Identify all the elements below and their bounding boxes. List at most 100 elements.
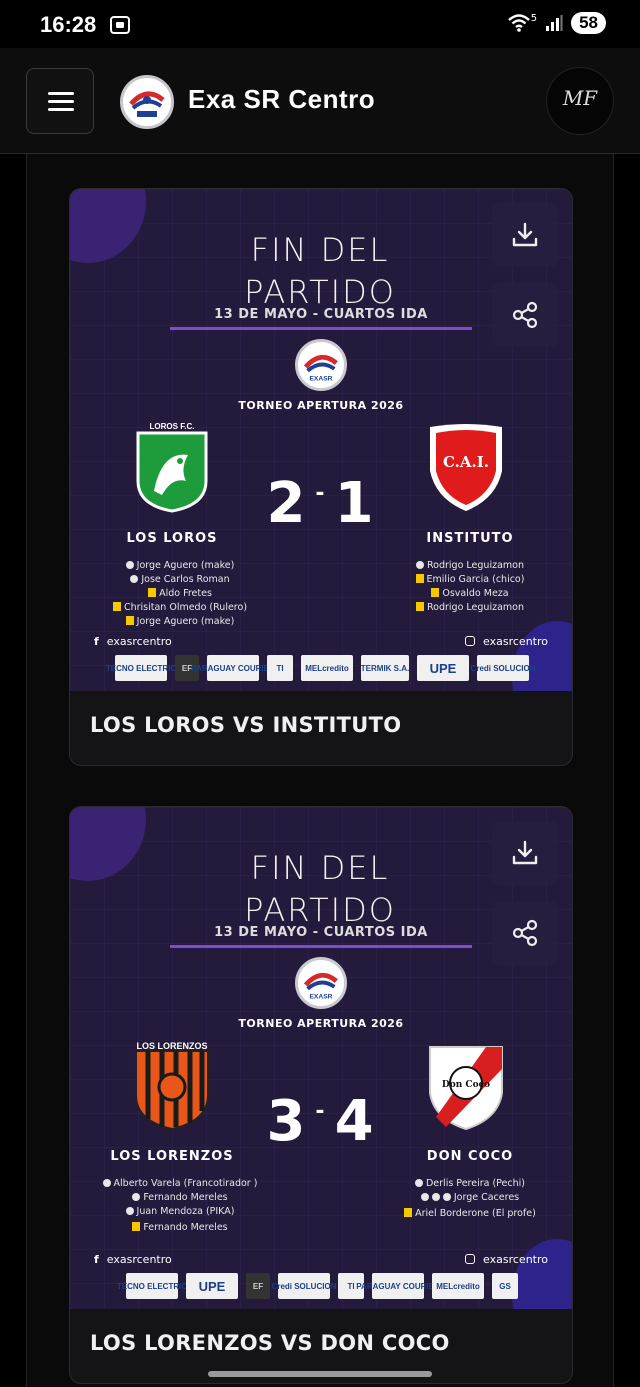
event-row: Alberto Varela (Francotirador ): [70, 1177, 290, 1191]
download-icon: [512, 222, 538, 247]
exasr-logo-icon: [129, 91, 165, 117]
soccer-ball-icon: [414, 1179, 423, 1187]
event-row: Rodrigo Leguizamon: [360, 601, 572, 615]
brand-title[interactable]: Exa SR Centro: [188, 84, 375, 115]
hamburger-icon: [48, 92, 74, 95]
download-button[interactable]: [492, 203, 558, 267]
brand-logo[interactable]: [120, 75, 174, 129]
tournament-name: TORNEO APERTURA 2026: [238, 1017, 404, 1030]
soccer-ball-icon: [125, 561, 134, 569]
event-row: Fernando Mereles: [70, 1191, 290, 1205]
event-row: Emilio Garcia (chico): [360, 573, 572, 587]
sponsor-logo: TECNO ELECTRIC: [117, 1273, 187, 1299]
yellow-card-icon: [125, 616, 134, 625]
event-row: Fernando Mereles: [70, 1221, 290, 1235]
event-row: Jorge Caceres: [360, 1191, 572, 1205]
status-time: 16:28: [40, 12, 97, 37]
tournament-name: TORNEO APERTURA 2026: [238, 399, 404, 412]
status-icons: 5 58: [507, 12, 606, 34]
battery-indicator: 58: [571, 12, 606, 34]
signal-icon: [546, 15, 563, 31]
download-icon: [512, 840, 538, 865]
wifi-badge: 5: [530, 12, 538, 24]
hamburger-icon-line: [48, 108, 74, 111]
score: 3-4: [256, 1089, 388, 1154]
yellow-card-icon: [148, 588, 157, 597]
away-score: 1: [334, 471, 378, 536]
doncoco-crest-icon: Don Coco: [429, 1046, 503, 1131]
soccer-ball-icon: [130, 575, 139, 583]
share-icon: [512, 919, 538, 947]
sponsor-logo: MELcredito: [432, 1273, 484, 1299]
league-logo: EXASR: [295, 957, 347, 1009]
event-row: Jose Carlos Roman: [70, 573, 290, 587]
event-row: Jorge Aguero (make): [70, 559, 290, 573]
share-button[interactable]: [492, 901, 558, 965]
divider: [170, 327, 472, 330]
event-row: Derlis Pereira (Pechi): [360, 1177, 572, 1191]
card-title[interactable]: LOS LOROS VS INSTITUTO: [70, 691, 572, 765]
sponsor-logo: TERMIK S.A.: [361, 655, 409, 681]
crest-label: LOROS F.C.: [150, 422, 195, 431]
home-score: 2: [266, 471, 310, 536]
crest-label: C.A.I.: [443, 453, 489, 471]
share-button[interactable]: [492, 283, 558, 347]
match-result-image[interactable]: FIN DEL PARTIDO 13 DE MAYO - CUARTOS IDA…: [70, 189, 572, 691]
event-row: Jorge Aguero (make): [70, 615, 290, 629]
match-result-image[interactable]: FIN DEL PARTIDO 13 DE MAYO - CUARTOS IDA…: [70, 807, 572, 1309]
app-header: Exa SR Centro MF: [0, 48, 640, 154]
sponsor-logo: UPE: [186, 1273, 238, 1299]
sponsor-logo: Credi SOLUCION: [471, 655, 535, 681]
match-card[interactable]: FIN DEL PARTIDO 13 DE MAYO - CUARTOS IDA…: [69, 806, 573, 1384]
soccer-ball-icon: [102, 1179, 111, 1187]
score-separator: -: [315, 1099, 329, 1124]
event-row: Chrisitan Olmedo (Rulero): [70, 601, 290, 615]
away-events: Rodrigo Leguizamon Emilio Garcia (chico)…: [360, 559, 572, 615]
event-row: Rodrigo Leguizamon: [360, 559, 572, 573]
score: 2-1: [256, 471, 388, 536]
away-score: 4: [334, 1089, 378, 1154]
match-card[interactable]: FIN DEL PARTIDO 13 DE MAYO - CUARTOS IDA…: [69, 188, 573, 766]
facebook-icon: f: [94, 1253, 99, 1266]
soccer-ball-icon: [132, 1193, 141, 1201]
sponsor-logo: UPE: [417, 655, 469, 681]
sponsor-strip: TECNO ELECTRIC EF PARAGUAY COURIER TI ME…: [102, 655, 542, 683]
download-button[interactable]: [492, 821, 558, 885]
exasr-logo-icon: EXASR: [303, 972, 338, 1000]
crest-label: LOS LORENZOS: [136, 1041, 207, 1051]
instagram-icon: [465, 1254, 476, 1264]
user-avatar[interactable]: MF: [546, 67, 614, 135]
sponsor-logo: TI: [267, 655, 293, 681]
sponsor-logo: PARAGUAY COURIER: [356, 1273, 440, 1299]
yellow-card-icon: [416, 602, 424, 611]
instagram-handle: exasrcentro: [465, 635, 548, 648]
facebook-handle: f exasrcentro: [94, 1253, 172, 1266]
yellow-card-icon: [132, 1222, 141, 1231]
lorenzos-crest-icon: LOS LORENZOS: [135, 1041, 209, 1131]
home-team-name: LOS LOROS: [126, 531, 218, 546]
match-date: 13 DE MAYO - CUARTOS IDA: [214, 307, 428, 322]
instituto-crest-icon: C.A.I.: [430, 424, 502, 511]
status-bar: 16:28 5 58: [0, 0, 640, 48]
home-events: Jorge Aguero (make) Jose Carlos Roman Al…: [70, 559, 290, 629]
sponsor-logo: EF: [246, 1273, 270, 1299]
soccer-ball-icon: [420, 1193, 429, 1201]
soccer-ball-icon: [416, 561, 424, 569]
home-team-name: LOS LORENZOS: [110, 1149, 234, 1164]
league-logo: EXASR: [295, 339, 347, 391]
match-date: 13 DE MAYO - CUARTOS IDA: [214, 925, 428, 940]
sponsor-strip: TECNO ELECTRIC UPE EF Credi SOLUCION TI …: [102, 1273, 542, 1301]
loros-crest-icon: LOROS F.C.: [136, 422, 208, 513]
menu-button[interactable]: [26, 68, 94, 134]
headline-line1: FIN DEL: [250, 849, 390, 887]
event-row: Osvaldo Meza: [360, 587, 572, 601]
sponsor-logo: GS: [492, 1273, 518, 1299]
home-indicator[interactable]: [208, 1371, 432, 1377]
soccer-ball-icon: [125, 1207, 134, 1215]
sponsor-logo: MELcredito: [301, 655, 353, 681]
sponsor-logo: PARAGUAY COURIER: [191, 655, 275, 681]
soccer-ball-icon: [431, 1193, 440, 1201]
headline: FIN DEL PARTIDO: [210, 847, 430, 931]
screen-record-icon: [110, 16, 130, 34]
event-row: Juan Mendoza (PIKA): [70, 1205, 290, 1219]
